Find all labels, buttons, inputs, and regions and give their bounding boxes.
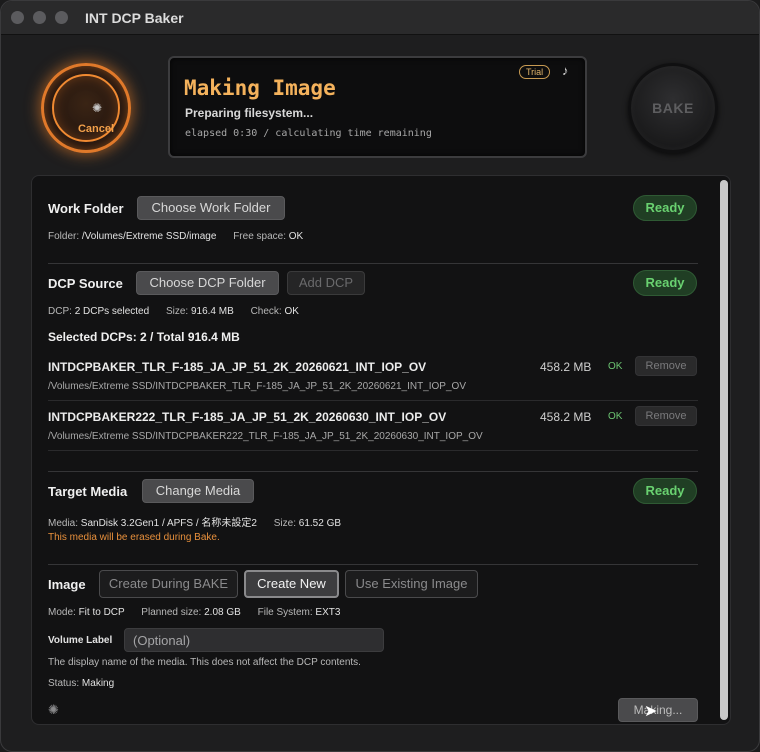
dcp-check-status: OK <box>608 411 623 422</box>
create-during-bake-button[interactable]: Create During BAKE <box>99 570 238 598</box>
dcp-size: 458.2 MB <box>540 410 592 424</box>
size-value: 916.4 MB <box>190 306 234 317</box>
bake-button-label: BAKE <box>652 100 694 116</box>
dcp-source-label: DCP Source <box>48 276 123 291</box>
scrollbar-thumb[interactable] <box>720 180 728 720</box>
section-divider <box>48 564 698 565</box>
planned-size-value: 2.08 GB <box>204 607 241 618</box>
work-folder-label: Work Folder <box>48 201 124 216</box>
media-size-label: Size: <box>273 518 296 529</box>
mouse-cursor-icon: ➤ <box>644 703 658 720</box>
making-button: Making... <box>618 698 698 722</box>
file-system-value: EXT3 <box>315 607 341 618</box>
trial-badge: Trial <box>519 65 551 79</box>
size-label: Size: <box>165 306 189 317</box>
media-size-value: 61.52 GB <box>298 518 342 529</box>
status-display: Making Image Preparing filesystem... ela… <box>168 56 587 158</box>
remove-dcp-button[interactable]: Remove <box>635 406 697 426</box>
work-folder-info: Folder: /Volumes/Extreme SSD/image Free … <box>48 231 303 242</box>
dcp-label: DCP: <box>48 306 72 317</box>
minimize-window-button[interactable] <box>33 11 46 24</box>
status-label: Status: <box>48 678 80 689</box>
window-title: INT DCP Baker <box>85 10 184 26</box>
free-space-value: OK <box>288 231 304 242</box>
change-media-button[interactable]: Change Media <box>142 479 254 503</box>
mode-value: Fit to DCP <box>78 607 125 618</box>
zoom-window-button[interactable] <box>55 11 68 24</box>
create-new-button[interactable]: Create New <box>244 570 339 598</box>
elapsed-time-text: elapsed 0:30 / calculating time remainin… <box>185 128 432 139</box>
dcp-source-info: DCP: 2 DCPs selected Size: 916.4 MB Chec… <box>48 306 299 317</box>
row-divider <box>48 400 698 401</box>
work-folder-status-badge: Ready <box>633 195 697 221</box>
target-media-info: Media: SanDisk 3.2Gen1 / APFS / 名称未設定2 S… <box>48 514 341 529</box>
bake-button[interactable]: BAKE <box>628 63 718 153</box>
app-window: INT DCP Baker ✺ Cancel Making Image Prep… <box>0 0 760 752</box>
dcp-source-status-badge: Ready <box>633 270 697 296</box>
media-label: Media: <box>48 518 79 529</box>
section-divider <box>48 263 698 264</box>
close-window-button[interactable] <box>11 11 24 24</box>
section-divider <box>48 471 698 472</box>
status-title: Making Image <box>184 76 336 100</box>
choose-work-folder-button[interactable]: Choose Work Folder <box>137 196 285 220</box>
dcp-check-status: OK <box>608 361 623 372</box>
image-info: Mode: Fit to DCP Planned size: 2.08 GB F… <box>48 607 340 618</box>
row-divider <box>48 450 698 451</box>
check-value: OK <box>284 306 299 317</box>
check-label: Check: <box>250 306 282 317</box>
planned-size-label: Planned size: <box>141 607 202 618</box>
media-value: SanDisk 3.2Gen1 / APFS / 名称未設定2 <box>80 518 257 529</box>
target-media-label: Target Media <box>48 484 128 499</box>
volume-label-input[interactable] <box>124 628 384 652</box>
file-system-label: File System: <box>257 607 313 618</box>
cancel-button-inner-ring: ✺ Cancel <box>52 74 120 142</box>
cancel-button-label: Cancel <box>77 123 115 135</box>
mode-label: Mode: <box>48 607 76 618</box>
free-space-label: Free space: <box>233 231 286 242</box>
remove-dcp-button[interactable]: Remove <box>635 356 697 376</box>
status-subtitle: Preparing filesystem... <box>185 106 314 120</box>
dcp-path: /Volumes/Extreme SSD/INTDCPBAKER222_TLR_… <box>48 431 483 442</box>
title-bar: INT DCP Baker <box>1 1 759 35</box>
volume-label-help: The display name of the media. This does… <box>48 657 361 668</box>
status-value: Making <box>81 678 115 689</box>
folder-path: /Volumes/Extreme SSD/image <box>81 231 217 242</box>
add-dcp-button[interactable]: Add DCP <box>287 271 365 295</box>
dcp-size: 458.2 MB <box>540 360 592 374</box>
folder-label: Folder: <box>48 231 80 242</box>
choose-dcp-folder-button[interactable]: Choose DCP Folder <box>136 271 279 295</box>
use-existing-image-button[interactable]: Use Existing Image <box>345 570 478 598</box>
dcp-name: INTDCPBAKER222_TLR_F-185_JA_JP_51_2K_202… <box>48 410 447 424</box>
image-status: Status: Making <box>48 678 114 689</box>
settings-panel: Work Folder Choose Work Folder Ready Fol… <box>31 175 731 725</box>
scrollbar-track[interactable] <box>720 180 728 720</box>
progress-spinner-icon: ✺ <box>48 702 59 717</box>
volume-label-label: Volume Label <box>48 635 113 646</box>
erase-warning: This media will be erased during Bake. <box>48 532 220 543</box>
target-media-status-badge: Ready <box>633 478 697 504</box>
dcp-name: INTDCPBAKER_TLR_F-185_JA_JP_51_2K_202606… <box>48 360 427 374</box>
spinner-icon: ✺ <box>92 101 103 115</box>
cancel-button[interactable]: ✺ Cancel <box>41 63 131 153</box>
image-label: Image <box>48 577 86 592</box>
dcp-path: /Volumes/Extreme SSD/INTDCPBAKER_TLR_F-1… <box>48 381 466 392</box>
selected-dcps-summary: Selected DCPs: 2 / Total 916.4 MB <box>48 330 240 344</box>
music-note-icon[interactable]: ♪ <box>562 63 569 78</box>
dcp-count: 2 DCPs selected <box>74 306 150 317</box>
